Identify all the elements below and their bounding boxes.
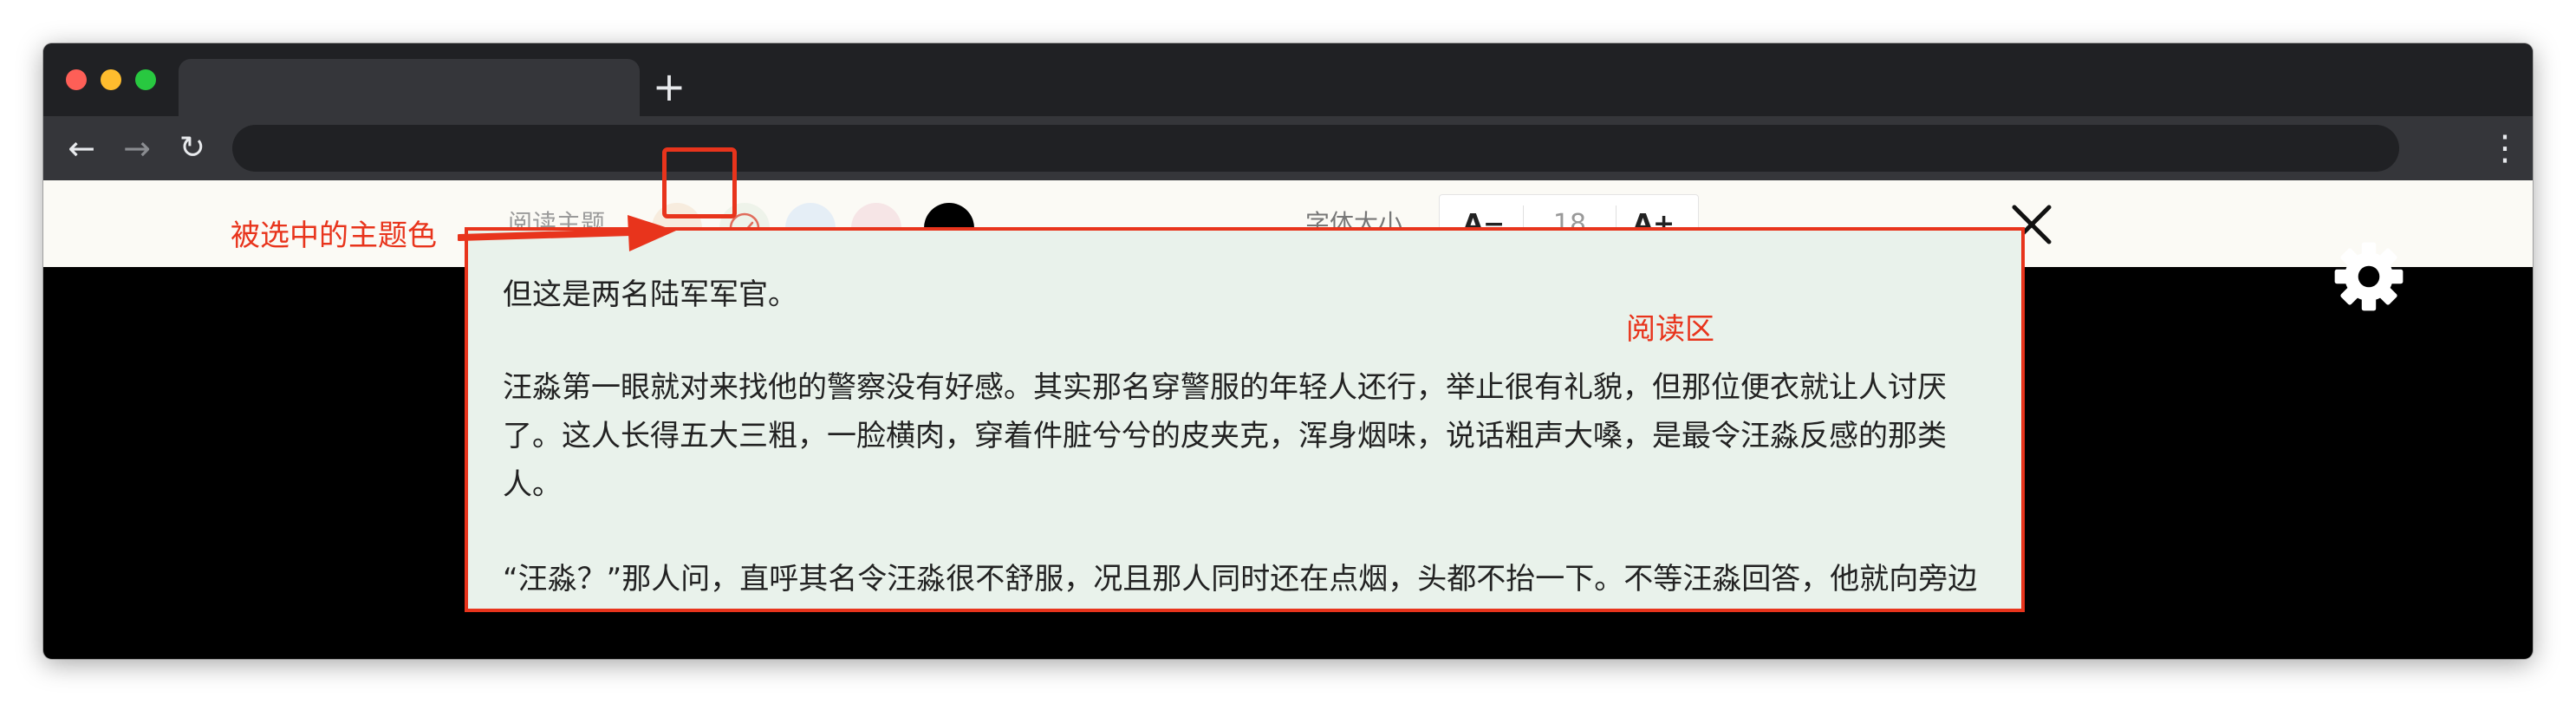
- arrow-right-icon: →: [123, 129, 151, 167]
- back-button[interactable]: ←: [57, 116, 106, 180]
- close-window-button[interactable]: [66, 69, 87, 90]
- maximize-window-button[interactable]: [135, 69, 156, 90]
- more-vertical-icon: ⋮: [2488, 128, 2522, 168]
- reload-icon: ↻: [179, 130, 206, 166]
- minimize-window-button[interactable]: [101, 69, 121, 90]
- paragraph-text: 汪淼第一眼就对来找他的警察没有好感。其实那名穿警服的年轻人还行，举止很有礼貌，但…: [503, 370, 1947, 502]
- new-tab-button[interactable]: +: [641, 59, 697, 114]
- gear-icon[interactable]: [2333, 241, 2404, 312]
- browser-titlebar: +: [43, 43, 2533, 116]
- forward-button[interactable]: →: [113, 116, 161, 180]
- annotation-arrow: [458, 215, 676, 251]
- arrow-left-icon: ←: [68, 129, 95, 167]
- reload-button[interactable]: ↻: [168, 116, 217, 180]
- address-bar[interactable]: [232, 125, 2399, 172]
- paragraph-text: “汪淼？”那人问，直呼其名令汪淼很不舒服，况且那人同时还在点烟，头都不抬一下。不…: [503, 562, 1978, 596]
- browser-toolbar: ← → ↻ ⋮: [43, 116, 2533, 180]
- browser-tab[interactable]: [179, 59, 640, 116]
- paragraph-text: 但这是两名陆军军官。: [503, 277, 797, 312]
- annotation-selected-theme: 被选中的主题色: [231, 218, 437, 253]
- browser-menu-button[interactable]: ⋮: [2488, 116, 2522, 180]
- annotation-reading-area: 阅读区: [1626, 312, 1714, 347]
- reading-area: 但这是两名陆军军官。 汪淼第一眼就对来找他的警察没有好感。其实那名穿警服的年轻人…: [465, 227, 2025, 612]
